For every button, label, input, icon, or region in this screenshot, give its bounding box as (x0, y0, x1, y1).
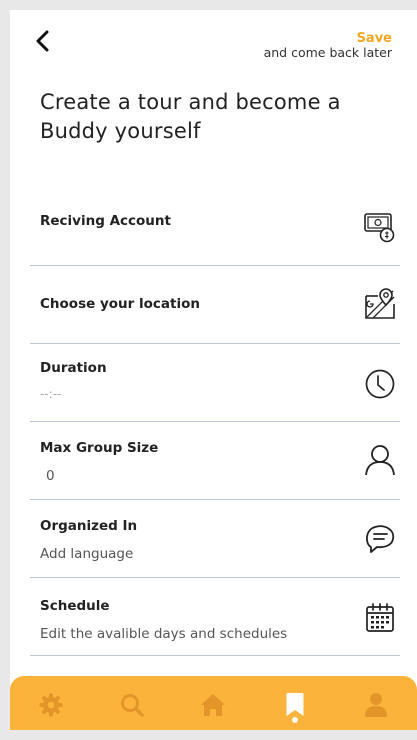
organized-in-value: Add language (40, 546, 134, 562)
organized-in-label: Organized In (40, 518, 138, 534)
max-group-size-label: Max Group Size (40, 440, 159, 456)
nav-profile[interactable] (356, 685, 396, 725)
organized-in-row[interactable]: Organized In Add language (30, 500, 400, 578)
top-bar: Save and come back later (10, 10, 417, 80)
page-title: Create a tour and become a Buddy yoursel… (40, 90, 341, 143)
location-row[interactable]: Choose your location (30, 266, 400, 344)
map-icon (362, 286, 398, 322)
home-icon (201, 694, 226, 716)
schedule-row[interactable]: Schedule Edit the avalible days and sche… (30, 578, 400, 656)
nav-home[interactable] (193, 685, 233, 725)
receiving-account-label: Reciving Account (40, 213, 171, 229)
active-indicator (291, 717, 298, 723)
max-group-size-value[interactable]: 0 (46, 468, 55, 484)
clock-icon (362, 366, 398, 402)
profile-icon (365, 693, 388, 717)
nav-bookmark[interactable] (275, 685, 315, 725)
tour-form: Reciving Account Choose your location Du… (30, 188, 400, 656)
bottom-nav (10, 676, 417, 730)
chat-icon (362, 520, 398, 556)
max-group-size-row[interactable]: Max Group Size 0 (30, 422, 400, 500)
save-button[interactable]: Save (264, 32, 392, 46)
schedule-value: Edit the avalible days and schedules (40, 626, 288, 642)
gear-icon (39, 693, 63, 717)
app-frame: Save and come back later Create a tour a… (10, 10, 417, 730)
search-icon (121, 694, 144, 717)
save-subtitle: and come back later (263, 45, 392, 60)
save-area: Save and come back later (264, 32, 392, 60)
location-label: Choose your location (40, 296, 200, 312)
duration-label: Duration (40, 360, 107, 376)
schedule-label: Schedule (40, 598, 110, 614)
chevron-left-icon (36, 30, 49, 52)
duration-value: --:-- (40, 387, 62, 401)
person-icon (362, 442, 398, 478)
calendar-icon (362, 600, 398, 636)
bookmark-icon (286, 693, 304, 716)
nav-settings[interactable] (31, 685, 71, 725)
receiving-account-row[interactable]: Reciving Account (30, 188, 400, 266)
back-button[interactable] (28, 26, 58, 56)
money-icon (362, 209, 398, 245)
nav-search[interactable] (112, 685, 152, 725)
duration-row[interactable]: Duration --:-- (30, 344, 400, 422)
